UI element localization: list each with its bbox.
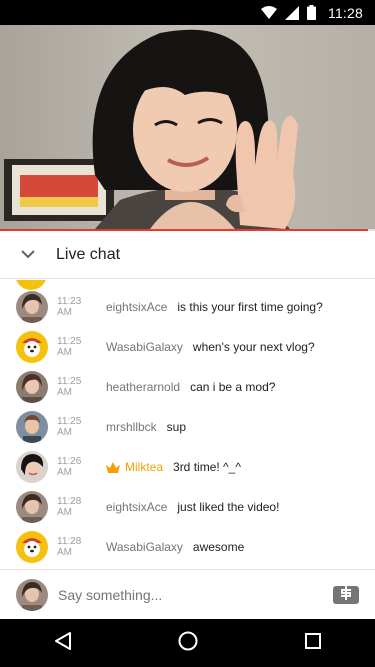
home-button[interactable] [158, 619, 218, 667]
message-text: 3rd time! ^_^ [173, 460, 241, 474]
message-author[interactable]: eightsixAce [106, 300, 167, 314]
chevron-down-icon [21, 246, 35, 264]
message-time: 11:26 AM [57, 456, 82, 478]
chat-message-input[interactable] [56, 585, 320, 604]
video-frame [0, 25, 375, 229]
message-time: 11:23 AM [57, 296, 82, 318]
message-time: 11:25 AM [57, 376, 82, 398]
chat-message: 11:25 AM heatherarnold can i be a mod? [0, 367, 375, 407]
message-author[interactable]: eightsixAce [106, 500, 167, 514]
chat-message: 11:26 AM Milktea 3rd time! ^_^ [0, 447, 375, 487]
avatar[interactable] [16, 371, 48, 403]
avatar[interactable] [16, 331, 48, 363]
chat-message: 11:25 AM mrshllbck sup [0, 407, 375, 447]
collapse-chat-button[interactable] [0, 231, 56, 279]
message-text: can i be a mod? [190, 380, 276, 394]
battery-icon [307, 5, 316, 20]
back-icon [54, 631, 72, 656]
message-text: sup [166, 420, 187, 434]
recents-icon [304, 632, 322, 655]
chat-input-bar [0, 569, 375, 619]
avatar[interactable] [16, 491, 48, 523]
status-time: 11:28 [328, 4, 363, 21]
message-time: 11:25 AM [57, 336, 82, 358]
avatar[interactable] [16, 451, 48, 483]
super-chat-button[interactable] [333, 585, 359, 605]
user-avatar[interactable] [16, 578, 48, 611]
message-time: 11:25 AM [57, 416, 82, 438]
system-nav-bar [0, 619, 375, 667]
wifi-icon [261, 6, 277, 19]
message-time: 11:28 AM [57, 536, 82, 558]
live-chat-title: Live chat [56, 245, 121, 263]
cellular-signal-icon [285, 5, 299, 20]
chat-message: 11:23 AM eightsixAce is this your first … [0, 287, 375, 327]
chat-message: 11:28 AM eightsixAce just liked the vide… [0, 487, 375, 527]
recents-button[interactable] [283, 619, 343, 667]
live-chat-header: Live chat [0, 231, 375, 279]
chat-message-list[interactable]: 11:23 AM eightsixAce is this your first … [0, 280, 375, 568]
message-author[interactable]: Milktea [125, 460, 163, 474]
chat-message: 11:25 AM WasabiGalaxy when's your next v… [0, 327, 375, 367]
message-author[interactable]: WasabiGalaxy [106, 540, 183, 554]
back-button[interactable] [33, 619, 93, 667]
dollar-icon [340, 585, 352, 605]
message-text: when's your next vlog? [192, 340, 315, 354]
message-author[interactable]: WasabiGalaxy [106, 340, 183, 354]
message-author[interactable]: mrshllbck [106, 420, 157, 434]
home-icon [178, 631, 198, 656]
chat-message: 11:28 AM WasabiGalaxy awesome [0, 527, 375, 567]
avatar[interactable] [16, 531, 48, 563]
video-player[interactable] [0, 25, 375, 229]
avatar[interactable] [16, 291, 48, 323]
message-time: 11:28 AM [57, 496, 82, 518]
status-bar: 11:28 [0, 0, 375, 25]
message-text: is this your first time going? [177, 300, 323, 314]
avatar[interactable] [16, 411, 48, 443]
message-text: awesome [192, 540, 245, 554]
member-crown-icon [106, 461, 120, 473]
message-text: just liked the video! [177, 500, 280, 514]
message-author[interactable]: heatherarnold [106, 380, 180, 394]
